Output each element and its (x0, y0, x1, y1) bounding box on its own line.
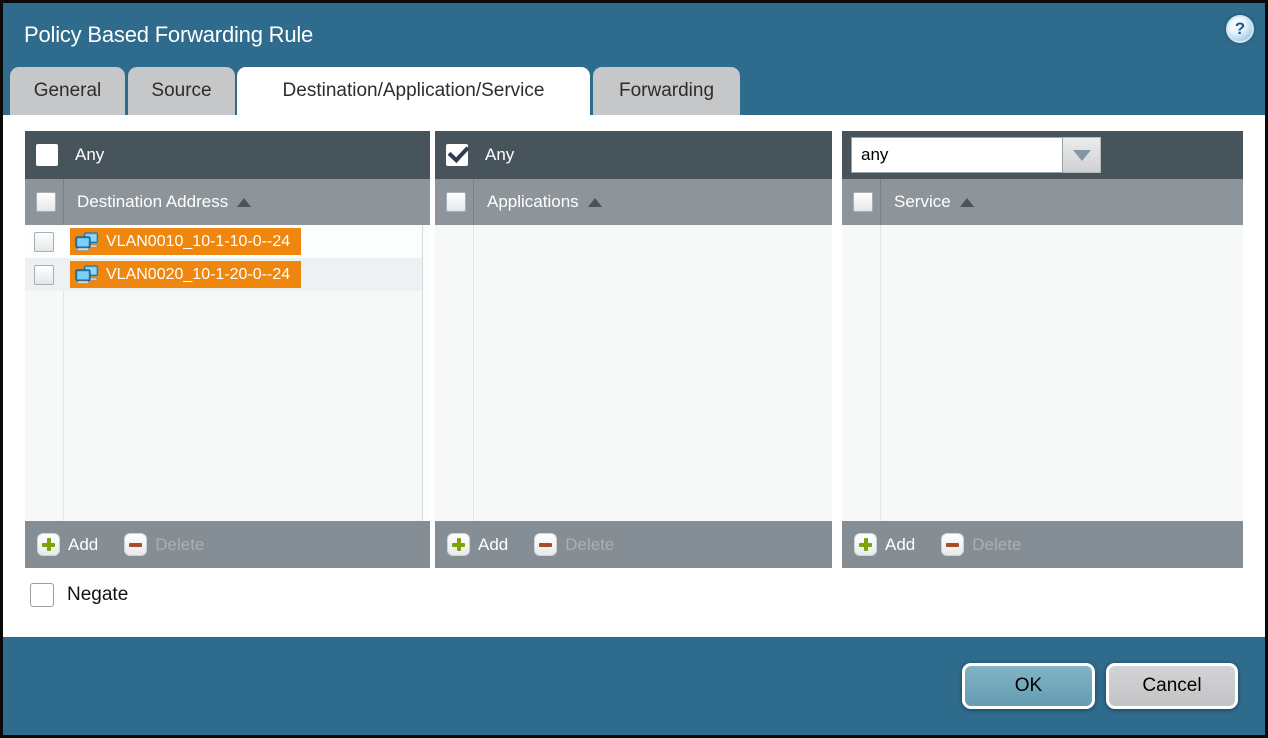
tab-label: Forwarding (619, 80, 714, 102)
add-button[interactable]: Add (37, 533, 98, 556)
tab-label: Source (151, 80, 211, 102)
destination-column-header[interactable]: Destination Address (25, 179, 430, 225)
policy-forwarding-dialog: Policy Based Forwarding Rule ? General S… (0, 0, 1268, 738)
address-object-label: VLAN0010_10-1-10-0--24 (106, 233, 290, 251)
destination-list: VLAN0010_10-1-10-0--24 (25, 225, 430, 521)
applications-list (435, 225, 832, 521)
tab-general[interactable]: General (10, 67, 125, 115)
tab-forwarding[interactable]: Forwarding (593, 67, 740, 115)
delete-button[interactable]: Delete (941, 533, 1021, 556)
plus-icon (447, 533, 470, 556)
cancel-button[interactable]: Cancel (1106, 663, 1238, 709)
service-panel: Service Add Delete (842, 131, 1243, 568)
any-label: Any (75, 145, 104, 165)
address-object-label: VLAN0020_10-1-20-0--24 (106, 266, 290, 284)
ok-button[interactable]: OK (962, 663, 1095, 709)
applications-toolbar: Add Delete (435, 521, 832, 568)
delete-label: Delete (155, 535, 204, 555)
sort-ascending-icon[interactable] (960, 198, 974, 207)
sort-ascending-icon[interactable] (588, 198, 602, 207)
row-checkbox[interactable] (34, 232, 54, 252)
add-button[interactable]: Add (854, 533, 915, 556)
applications-any-bar: Any (435, 131, 832, 179)
destination-any-bar: Any (25, 131, 430, 179)
service-dropdown (851, 137, 1101, 173)
applications-column-header[interactable]: Applications (435, 179, 832, 225)
negate-label: Negate (67, 584, 128, 606)
service-any-bar (842, 131, 1243, 179)
plus-icon (37, 533, 60, 556)
service-dropdown-button[interactable] (1063, 137, 1101, 173)
add-label: Add (68, 535, 98, 555)
chevron-down-icon (1073, 150, 1091, 161)
plus-icon (854, 533, 877, 556)
delete-button[interactable]: Delete (534, 533, 614, 556)
service-column-header[interactable]: Service (842, 179, 1243, 225)
minus-icon (124, 533, 147, 556)
minus-icon (534, 533, 557, 556)
column-title: Destination Address (77, 192, 228, 212)
delete-button[interactable]: Delete (124, 533, 204, 556)
vertical-scrollbar[interactable] (422, 225, 430, 521)
service-toolbar: Add Delete (842, 521, 1243, 568)
tab-label: Destination/Application/Service (283, 80, 545, 102)
add-label: Add (478, 535, 508, 555)
applications-panel: Any Applications Add Delete (435, 131, 832, 568)
address-object-chip[interactable]: VLAN0020_10-1-20-0--24 (70, 261, 301, 288)
service-list (842, 225, 1243, 521)
header-divider (473, 179, 474, 225)
tab-label: General (34, 80, 102, 102)
destination-row[interactable]: VLAN0020_10-1-20-0--24 (25, 258, 430, 291)
header-divider (63, 179, 64, 225)
select-all-checkbox[interactable] (853, 192, 873, 212)
minus-icon (941, 533, 964, 556)
add-label: Add (885, 535, 915, 555)
select-all-checkbox[interactable] (36, 192, 56, 212)
negate-checkbox[interactable] (30, 583, 54, 607)
service-dropdown-input[interactable] (851, 137, 1063, 173)
network-icon (75, 232, 99, 252)
delete-label: Delete (565, 535, 614, 555)
row-checkbox[interactable] (34, 265, 54, 285)
column-title: Applications (487, 192, 579, 212)
destination-row[interactable]: VLAN0010_10-1-10-0--24 (25, 225, 430, 258)
destination-address-panel: Any Destination Address (25, 131, 430, 568)
select-all-checkbox[interactable] (446, 192, 466, 212)
negate-option: Negate (30, 583, 128, 607)
header-divider (880, 179, 881, 225)
delete-label: Delete (972, 535, 1021, 555)
any-label: Any (485, 145, 514, 165)
help-icon[interactable]: ? (1226, 15, 1254, 43)
cancel-label: Cancel (1142, 675, 1201, 697)
destination-any-checkbox[interactable] (36, 144, 58, 166)
dialog-title: Policy Based Forwarding Rule (24, 22, 313, 48)
tab-destination-application-service[interactable]: Destination/Application/Service (237, 67, 590, 115)
help-glyph: ? (1235, 19, 1245, 39)
titlebar: Policy Based Forwarding Rule (24, 3, 313, 67)
tab-source[interactable]: Source (128, 67, 235, 115)
destination-toolbar: Add Delete (25, 521, 430, 568)
address-object-chip[interactable]: VLAN0010_10-1-10-0--24 (70, 228, 301, 255)
network-icon (75, 265, 99, 285)
column-title: Service (894, 192, 951, 212)
ok-label: OK (1015, 675, 1042, 697)
sort-ascending-icon[interactable] (237, 198, 251, 207)
add-button[interactable]: Add (447, 533, 508, 556)
applications-any-checkbox[interactable] (446, 144, 468, 166)
